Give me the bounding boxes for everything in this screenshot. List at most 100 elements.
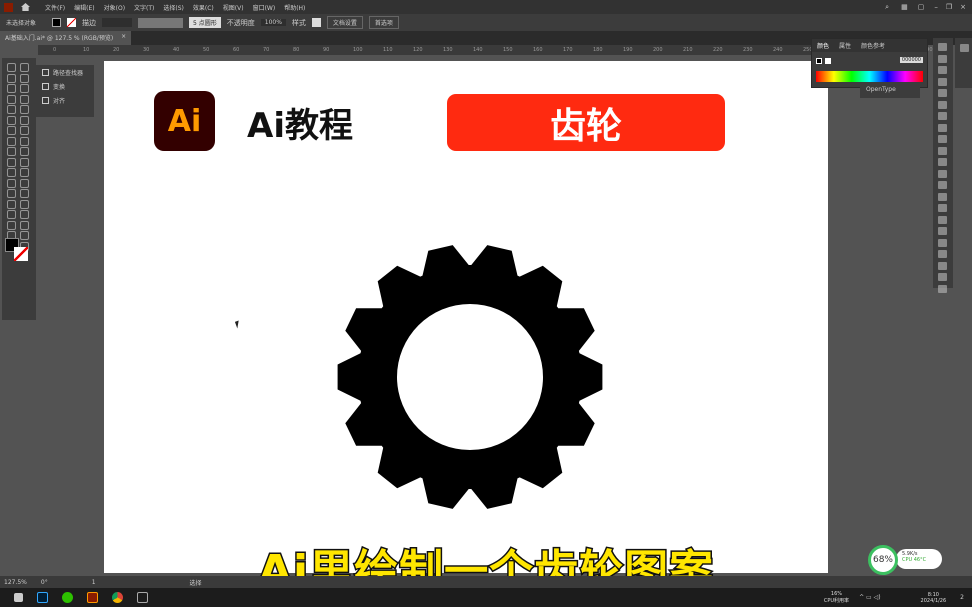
tool-button-icon[interactable] xyxy=(20,189,29,198)
menu-help[interactable]: 帮助(H) xyxy=(284,3,305,12)
menu-object[interactable]: 对象(O) xyxy=(104,3,125,12)
panel-dock-icon[interactable] xyxy=(938,123,947,132)
workspace-icon[interactable]: ▦ xyxy=(901,3,908,11)
tool-button-icon[interactable] xyxy=(7,105,16,114)
panel-dock-icon[interactable] xyxy=(938,261,947,270)
style-swatch[interactable] xyxy=(311,18,321,27)
tray-icons[interactable]: ^ ▭ ◁) xyxy=(859,594,880,601)
search-icon[interactable]: ⌕ xyxy=(885,3,889,12)
tool-button-icon[interactable] xyxy=(20,94,29,104)
variable-width-select[interactable] xyxy=(138,17,184,28)
panel-dock-icon[interactable] xyxy=(938,227,947,235)
tool-button-icon[interactable] xyxy=(7,199,16,209)
tool-button-icon[interactable] xyxy=(7,84,16,93)
menu-effect[interactable]: 效果(C) xyxy=(193,3,214,12)
tool-button-icon[interactable] xyxy=(7,178,16,188)
tool-button-icon[interactable] xyxy=(20,157,29,167)
tab-properties[interactable]: 属性 xyxy=(839,41,851,50)
document-tab[interactable]: Ai基础入门.ai* @ 127.5 % (RGB/预览) × xyxy=(0,31,132,45)
panel-dock-icon[interactable] xyxy=(938,135,947,143)
menu-type[interactable]: 文字(T) xyxy=(134,3,154,12)
tool-button-icon[interactable] xyxy=(7,63,16,72)
tool-button-icon[interactable] xyxy=(20,63,29,72)
panel-dock-icon[interactable] xyxy=(938,238,947,247)
tool-button-icon[interactable] xyxy=(20,115,29,125)
panel-dock-icon[interactable] xyxy=(938,284,947,293)
tool-button-icon[interactable] xyxy=(7,168,16,177)
zoom-level[interactable]: 127.5% xyxy=(4,579,27,586)
tool-button-icon[interactable] xyxy=(20,168,29,177)
menu-edit[interactable]: 编辑(E) xyxy=(74,3,94,12)
tool-button-icon[interactable] xyxy=(7,73,16,83)
menu-file[interactable]: 文件(F) xyxy=(45,3,65,12)
chrome-icon[interactable] xyxy=(112,592,123,603)
panel-dock-icon[interactable] xyxy=(938,43,947,51)
panel-dock-icon[interactable] xyxy=(938,158,947,166)
tool-button-icon[interactable] xyxy=(20,84,29,93)
camera-app-icon[interactable] xyxy=(137,592,148,603)
tool-button-icon[interactable] xyxy=(20,220,29,230)
fill-swatch[interactable] xyxy=(52,18,62,27)
color-spectrum[interactable] xyxy=(816,71,923,82)
opentype-panel-item[interactable]: OpenType xyxy=(860,86,920,98)
system-monitor-widget[interactable]: 5.9K/s CPU 46°C 68% xyxy=(868,545,943,575)
panel-dock-icon[interactable] xyxy=(938,112,947,120)
panel-dock-icon[interactable] xyxy=(938,169,947,178)
panel-dock-icon[interactable] xyxy=(938,250,947,258)
rotation[interactable]: 0° xyxy=(41,579,48,586)
transform-panel-item[interactable]: 变换 xyxy=(36,79,94,93)
tab-color-guide[interactable]: 颜色参考 xyxy=(861,41,885,50)
artboard-number[interactable]: 1 xyxy=(92,579,96,586)
tool-button-icon[interactable] xyxy=(7,210,16,219)
tool-button-icon[interactable] xyxy=(20,126,29,135)
tab-color[interactable]: 颜色 xyxy=(817,41,829,50)
panel-dock-icon[interactable] xyxy=(938,54,947,63)
stroke-color-icon[interactable] xyxy=(14,247,28,261)
pathfinder-panel-item[interactable]: 路径查找器 xyxy=(36,65,94,79)
align-panel-item[interactable]: 对齐 xyxy=(36,93,94,107)
document-setup-button[interactable]: 文档设置 xyxy=(326,16,363,29)
tool-button-icon[interactable] xyxy=(20,210,29,219)
photoshop-icon[interactable] xyxy=(37,592,48,603)
tool-button-icon[interactable] xyxy=(20,105,29,114)
tool-button-icon[interactable] xyxy=(20,178,29,188)
minimize-button[interactable]: – xyxy=(934,3,938,11)
home-icon[interactable] xyxy=(21,3,30,11)
preferences-button[interactable]: 首选项 xyxy=(368,16,399,29)
panel-dock-icon[interactable] xyxy=(938,100,947,109)
menu-window[interactable]: 窗口(W) xyxy=(253,3,276,12)
fill-black-swatch[interactable] xyxy=(816,58,822,64)
menu-view[interactable]: 视图(V) xyxy=(223,3,244,12)
brush-select[interactable]: 5 点圆形 xyxy=(189,17,221,28)
libraries-icon[interactable] xyxy=(960,44,969,52)
opacity-input[interactable]: 100% xyxy=(260,19,286,26)
windows-start-icon[interactable] xyxy=(14,593,23,602)
illustrator-taskbar-icon[interactable] xyxy=(87,592,98,603)
stroke-swatch[interactable] xyxy=(67,18,77,27)
panel-dock-icon[interactable] xyxy=(938,192,947,201)
tool-button-icon[interactable] xyxy=(20,231,29,240)
panel-dock-icon[interactable] xyxy=(938,89,947,97)
wechat-icon[interactable] xyxy=(62,592,73,603)
tool-button-icon[interactable] xyxy=(20,147,29,156)
tool-button-icon[interactable] xyxy=(7,94,16,104)
gear-shape[interactable] xyxy=(330,235,610,515)
arrange-icon[interactable]: ▢ xyxy=(918,3,925,11)
tool-button-icon[interactable] xyxy=(7,126,16,135)
tool-button-icon[interactable] xyxy=(20,73,29,83)
tool-button-icon[interactable] xyxy=(7,189,16,198)
stroke-weight-input[interactable] xyxy=(102,18,133,27)
close-tab-icon[interactable]: × xyxy=(121,33,126,43)
panel-dock-icon[interactable] xyxy=(938,273,947,281)
tool-button-icon[interactable] xyxy=(7,115,16,125)
gear-path[interactable] xyxy=(337,245,603,509)
tool-button-icon[interactable] xyxy=(20,136,29,146)
stroke-white-swatch[interactable] xyxy=(825,58,831,64)
panel-dock-icon[interactable] xyxy=(938,146,947,155)
tool-button-icon[interactable] xyxy=(7,157,16,167)
close-window-button[interactable]: × xyxy=(960,3,966,11)
tool-button-icon[interactable] xyxy=(7,136,16,146)
menu-select[interactable]: 选择(S) xyxy=(163,3,184,12)
panel-dock-icon[interactable] xyxy=(938,77,947,86)
panel-dock-icon[interactable] xyxy=(938,181,947,189)
